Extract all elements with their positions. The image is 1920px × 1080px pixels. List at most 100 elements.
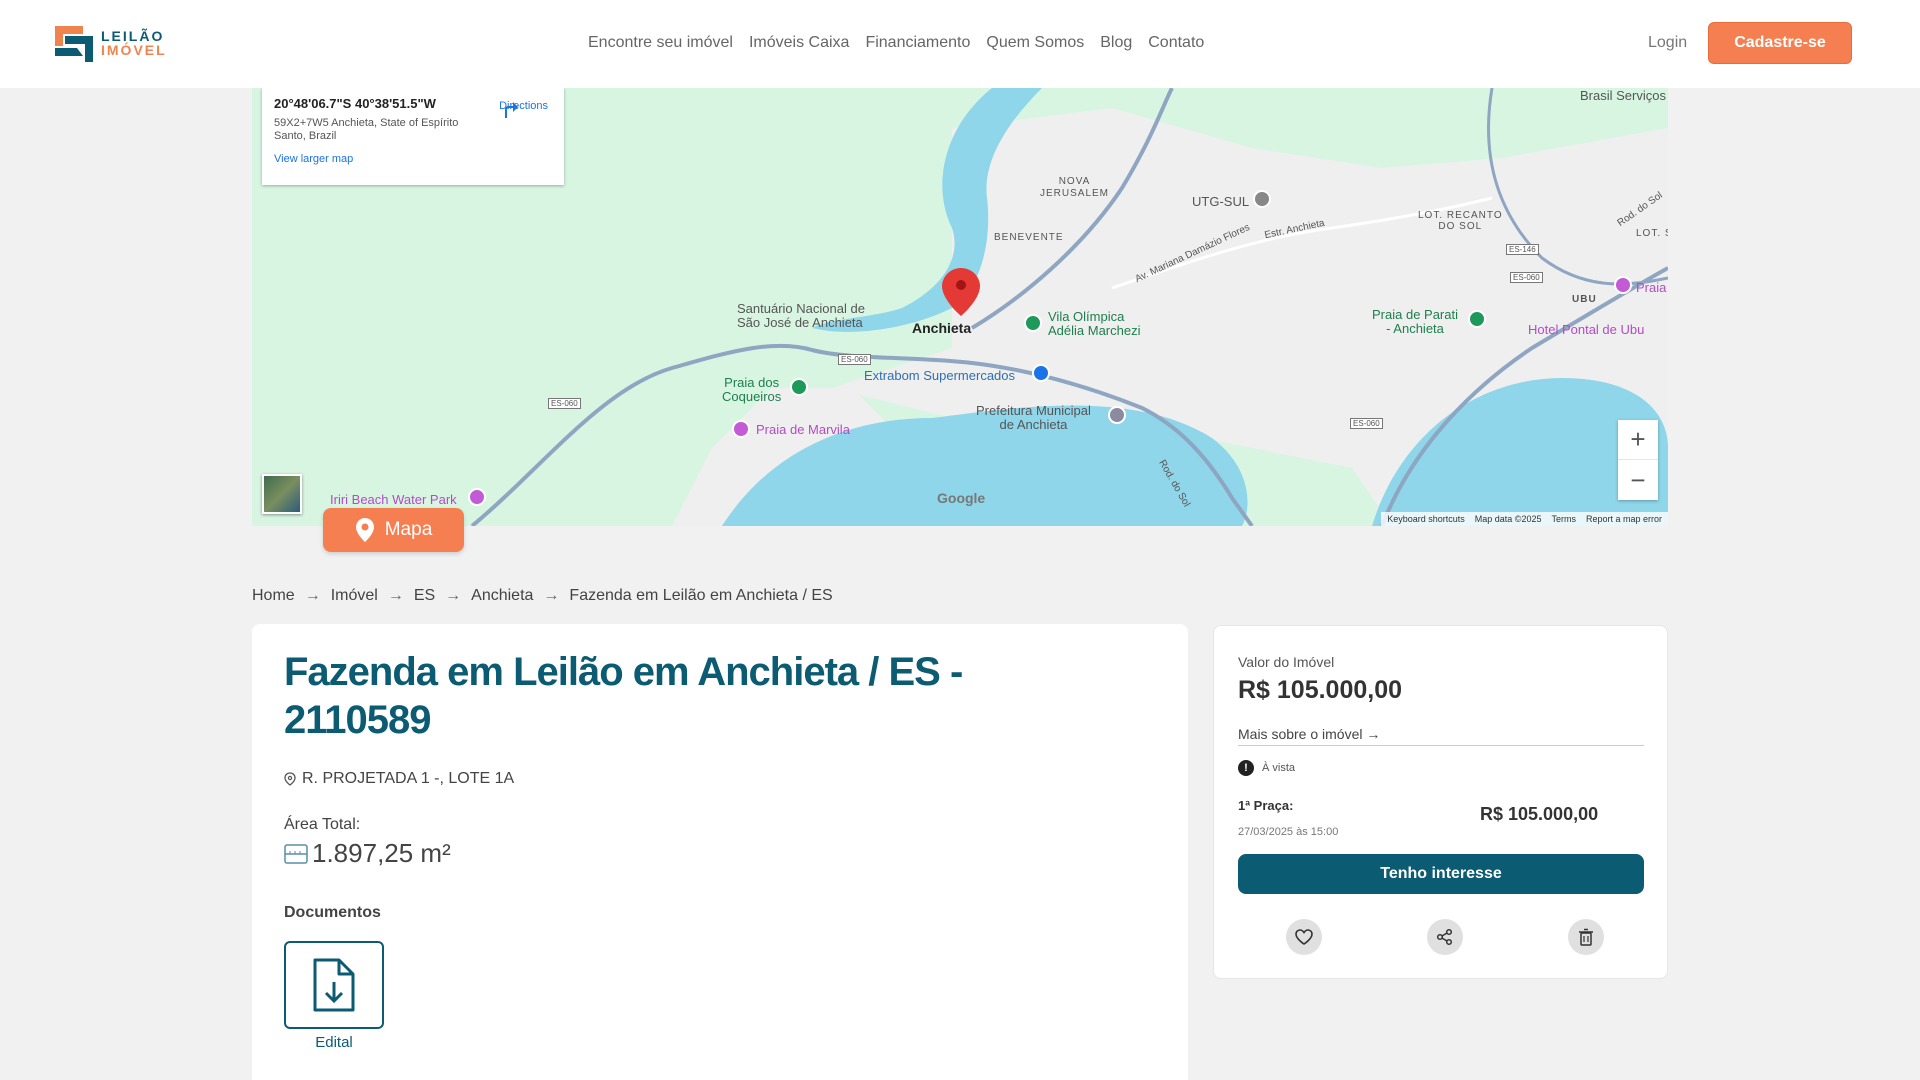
area-label: Área Total: — [284, 816, 361, 833]
map-pin-icon — [355, 518, 374, 542]
directions-button[interactable]: Directions — [499, 100, 548, 118]
map-label-santuario: Santuário Nacional de São José de Anchie… — [737, 301, 865, 330]
map-shield-es060-d: ES-060 — [1350, 418, 1383, 429]
satellite-toggle[interactable] — [262, 474, 302, 514]
map-info-card: 20°48'06.7"S 40°38'51.5"W 59X2+7W5 Anchi… — [262, 88, 564, 185]
directions-icon — [505, 102, 519, 118]
property-value: R$ 105.000,00 — [1238, 676, 1403, 704]
nav-encontre[interactable]: Encontre seu imóvel — [588, 34, 733, 52]
logo-text-line1: LEILÃO — [101, 28, 165, 44]
logo-mark-icon — [53, 22, 95, 64]
breadcrumb-arrow-icon: → — [304, 587, 321, 604]
signup-button[interactable]: Cadastre-se — [1708, 22, 1852, 64]
login-link[interactable]: Login — [1648, 34, 1687, 52]
page-title: Fazenda em Leilão em Anchieta / ES - 211… — [284, 650, 963, 742]
share-button[interactable] — [1427, 919, 1463, 955]
map-shield-es060-b: ES-060 — [838, 354, 871, 365]
file-download-icon — [313, 958, 355, 1012]
breadcrumb: Home → Imóvel → ES → Anchieta → Fazenda … — [252, 587, 833, 605]
breadcrumb-es[interactable]: ES — [414, 587, 435, 605]
nav-blog[interactable]: Blog — [1100, 34, 1132, 52]
map-label-benevente: BENEVENTE — [994, 232, 1064, 243]
utg-pin-icon — [1253, 190, 1271, 208]
extrabom-pin-icon — [1032, 364, 1050, 382]
payment-cash-text: À vista — [1262, 762, 1296, 774]
map-toggle-label: Mapa — [384, 519, 433, 540]
location-pin-icon — [284, 772, 296, 786]
map-label-lot-s: LOT. S — [1636, 228, 1668, 239]
map-label-praia-parati: Praia de Parati - Anchieta — [1372, 307, 1458, 336]
map-label-prefeitura: Prefeitura Municipal de Anchieta — [976, 403, 1091, 432]
divider — [1238, 745, 1644, 746]
trash-icon — [1579, 928, 1593, 946]
report-error-link[interactable]: Report a map error — [1586, 514, 1662, 524]
property-address: R. PROJETADA 1 -, LOTE 1A — [284, 770, 514, 788]
coqueiros-pin-icon — [790, 378, 808, 396]
nav-quem-somos[interactable]: Quem Somos — [986, 34, 1084, 52]
payment-cash: ! À vista — [1238, 760, 1295, 776]
document-download-button[interactable] — [284, 941, 384, 1029]
more-about-link[interactable]: Mais sobre o imóvel → — [1238, 726, 1380, 742]
map-toggle-button[interactable]: Mapa — [323, 508, 464, 552]
breadcrumb-home[interactable]: Home — [252, 587, 295, 605]
map-label-marvila: Praia de Marvila — [756, 422, 850, 437]
praca-label: 1ª Praça: — [1238, 798, 1294, 813]
map-label-nova-jerusalem: NOVA JERUSALEM — [1040, 176, 1110, 199]
site-header: LEILÃO IMÓVEL Encontre seu imóvel Imóvei… — [0, 0, 1920, 88]
keyboard-shortcuts-link[interactable]: Keyboard shortcuts — [1387, 514, 1465, 524]
map-label-extrabom: Extrabom Supermercados — [864, 368, 1016, 383]
area-value-text: 1.897,25 m² — [312, 838, 451, 868]
map-label-iriri: Iriri Beach Water Park — [330, 492, 457, 507]
iriri-pin-icon — [468, 488, 486, 506]
view-larger-map-link[interactable]: View larger map — [274, 153, 552, 165]
breadcrumb-arrow-icon: → — [387, 587, 404, 604]
map-zoom-controls: + − — [1618, 420, 1658, 500]
delete-button[interactable] — [1568, 919, 1604, 955]
embedded-map[interactable]: 20°48'06.7"S 40°38'51.5"W 59X2+7W5 Anchi… — [252, 88, 1668, 526]
map-data-text: Map data ©2025 — [1474, 514, 1542, 524]
document-name[interactable]: Edital — [284, 1034, 384, 1051]
map-label-coqueiros: Praia dos Coqueiros — [722, 375, 782, 404]
main-nav: Encontre seu imóvel Imóveis Caixa Financ… — [588, 34, 1204, 52]
property-details-card: Fazenda em Leilão em Anchieta / ES - 211… — [252, 624, 1188, 1080]
map-shield-es060-c: ES-060 — [1510, 272, 1543, 283]
map-label-brasil: Brasil Serviços — [1580, 88, 1666, 103]
zoom-out-button[interactable]: − — [1618, 460, 1658, 500]
vila-pin-icon — [1024, 314, 1042, 332]
breadcrumb-arrow-icon: → — [445, 587, 462, 604]
logo[interactable]: LEILÃO IMÓVEL — [53, 22, 167, 64]
nav-contato[interactable]: Contato — [1148, 34, 1204, 52]
interest-button[interactable]: Tenho interesse — [1238, 854, 1644, 894]
map-address: 59X2+7W5 Anchieta, State of Espírito San… — [274, 117, 459, 142]
share-icon — [1436, 928, 1453, 946]
nav-imoveis-caixa[interactable]: Imóveis Caixa — [749, 34, 849, 52]
breadcrumb-imovel[interactable]: Imóvel — [331, 587, 378, 605]
prefeitura-pin-icon — [1108, 406, 1126, 424]
map-label-anchieta: Anchieta — [912, 320, 972, 336]
map-attribution: Keyboard shortcuts Map data ©2025 Terms … — [1381, 512, 1668, 526]
area-value: 1.897,25 m² — [284, 838, 451, 869]
praia-parati-pin-icon — [1468, 310, 1486, 328]
map-shield-es060-a: ES-060 — [548, 398, 581, 409]
map-label-vila-olimpica: Vila Olímpica Adélia Marchezi — [1048, 309, 1141, 338]
map-label-hotel: Hotel Pontal de Ubu — [1528, 322, 1645, 337]
praca-value: R$ 105.000,00 — [1480, 804, 1599, 824]
action-icons — [1286, 919, 1604, 955]
zoom-in-button[interactable]: + — [1618, 420, 1658, 460]
marvila-pin-icon — [732, 420, 750, 438]
praia-pin-icon — [1614, 276, 1632, 294]
documents-heading: Documentos — [284, 904, 381, 921]
breadcrumb-arrow-icon: → — [543, 587, 560, 604]
area-ruler-icon — [284, 843, 308, 864]
breadcrumb-current: Fazenda em Leilão em Anchieta / ES — [569, 587, 833, 604]
info-icon: ! — [1238, 760, 1254, 776]
favorite-button[interactable] — [1286, 919, 1322, 955]
nav-financiamento[interactable]: Financiamento — [865, 34, 970, 52]
property-address-text: R. PROJETADA 1 -, LOTE 1A — [302, 770, 515, 787]
breadcrumb-anchieta[interactable]: Anchieta — [471, 587, 533, 605]
google-logo: Google — [937, 490, 986, 506]
map-label-recanto: LOT. RECANTO DO SOL — [1418, 210, 1503, 232]
map-shield-es146: ES-146 — [1506, 244, 1539, 255]
terms-link[interactable]: Terms — [1551, 514, 1576, 524]
logo-text-line2: IMÓVEL — [101, 42, 167, 58]
